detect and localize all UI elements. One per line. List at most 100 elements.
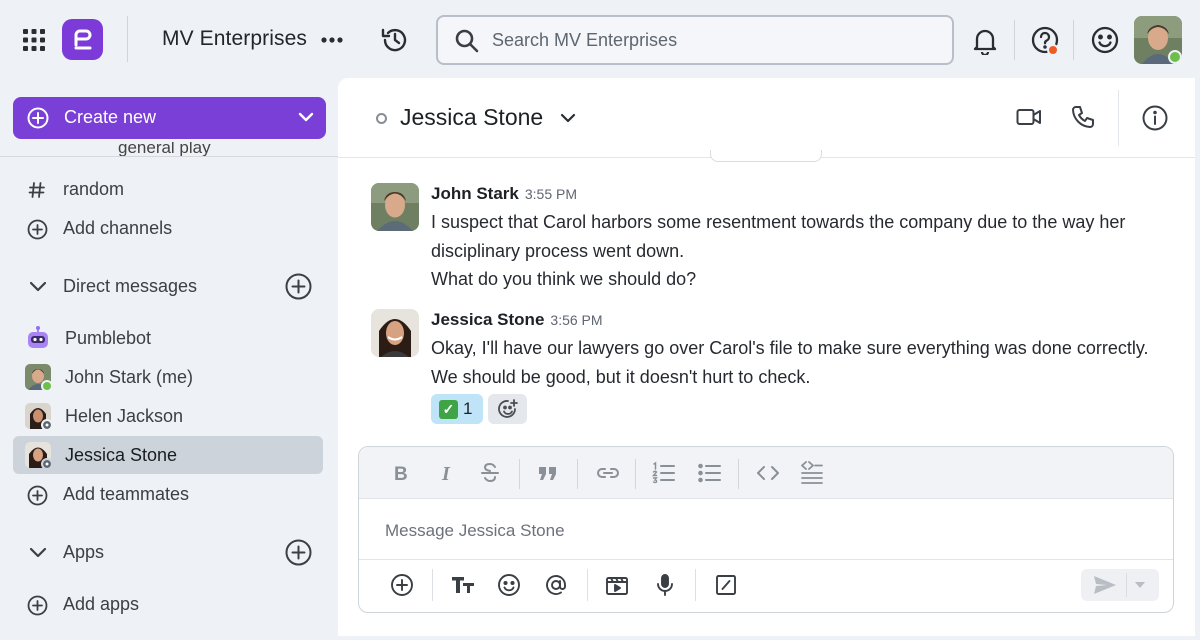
- add-reaction-icon: [498, 399, 518, 418]
- create-new-label: Create new: [64, 107, 157, 127]
- add-app-icon[interactable]: [285, 539, 312, 566]
- bulleted-list-icon[interactable]: [697, 461, 723, 485]
- conversation-panel: Jessica Stone John Stark 3:55 PM I suspe…: [338, 78, 1195, 636]
- message-input[interactable]: [385, 518, 1145, 544]
- online-status-indicator: [41, 380, 53, 392]
- search-icon: [454, 28, 480, 54]
- toolbar-divider: [432, 569, 433, 601]
- avatar[interactable]: [371, 183, 419, 231]
- message-text: disciplinary process went down.: [431, 241, 685, 261]
- search-input[interactable]: [492, 27, 932, 53]
- sidebar-item-label: random: [63, 179, 125, 199]
- plus-circle-icon: [27, 107, 49, 129]
- sidebar-item-label: Jessica Stone: [65, 445, 178, 465]
- chevron-down-icon[interactable]: [29, 281, 47, 293]
- sidebar-item-random[interactable]: random: [13, 170, 323, 208]
- video-clip-icon[interactable]: [605, 573, 629, 597]
- numbered-list-icon[interactable]: [651, 461, 677, 485]
- toolbar-divider: [587, 569, 588, 601]
- svg-text:B: B: [394, 464, 408, 485]
- message: John Stark 3:55 PM I suspect that Carol h…: [371, 183, 1171, 293]
- message-author[interactable]: John Stark 3:55 PM: [431, 184, 577, 204]
- quote-icon[interactable]: [536, 461, 560, 485]
- topbar-divider: [127, 16, 128, 62]
- sidebar-item-helen-jackson[interactable]: Helen Jackson: [13, 397, 323, 435]
- bot-avatar-icon: [25, 325, 51, 351]
- bold-icon[interactable]: B: [391, 461, 411, 485]
- message-time: 3:55 PM: [524, 186, 577, 202]
- workspace-name[interactable]: MV Enterprises: [162, 27, 307, 51]
- away-status-indicator: [376, 113, 387, 124]
- sidebar-item-jessica-stone[interactable]: Jessica Stone: [13, 436, 323, 474]
- chevron-down-icon: [297, 111, 315, 123]
- avatar[interactable]: [371, 309, 419, 357]
- channel-title[interactable]: Jessica Stone: [400, 104, 543, 131]
- check-mark-emoji-icon: ✓: [439, 400, 458, 419]
- hash-icon: [27, 180, 47, 200]
- message-text: What do you think we should do?: [431, 269, 697, 289]
- sidebar-item-label: Add apps: [63, 594, 140, 614]
- formatting-toolbar: B I: [359, 447, 1173, 499]
- toolbar-divider: [577, 459, 578, 489]
- toolbar-divider: [695, 569, 696, 601]
- top-bar: MV Enterprises: [0, 0, 1200, 78]
- slash-command-icon[interactable]: [714, 573, 738, 597]
- plus-circle-icon: [27, 219, 48, 240]
- caret-down-icon[interactable]: [1134, 581, 1146, 589]
- send-icon[interactable]: [1093, 575, 1117, 595]
- mention-icon[interactable]: [544, 573, 568, 597]
- notification-badge: [1047, 44, 1059, 56]
- text-format-icon[interactable]: [450, 573, 476, 597]
- strikethrough-icon[interactable]: [479, 461, 501, 485]
- message-text: We should be good, but it doesn't hurt t…: [431, 367, 811, 387]
- history-icon[interactable]: [380, 25, 410, 55]
- add-dm-icon[interactable]: [285, 273, 312, 300]
- add-reaction-button[interactable]: [488, 394, 527, 424]
- italic-icon[interactable]: I: [437, 461, 457, 485]
- code-block-icon[interactable]: [799, 461, 825, 485]
- topbar-divider: [1014, 20, 1015, 60]
- link-icon[interactable]: [595, 461, 621, 485]
- app-grid-icon[interactable]: [22, 28, 46, 52]
- reaction-count: 1: [463, 399, 473, 418]
- app-logo[interactable]: [62, 19, 103, 60]
- microphone-icon[interactable]: [653, 573, 677, 597]
- sidebar-item-label: Add channels: [63, 218, 173, 238]
- code-icon[interactable]: [755, 461, 781, 485]
- sidebar-item-label: John Stark (me): [65, 367, 194, 387]
- add-attachment-icon[interactable]: [390, 573, 414, 597]
- header-divider: [1118, 90, 1119, 146]
- message-text: I suspect that Carol harbors some resent…: [431, 212, 1126, 232]
- message-composer: B I: [358, 446, 1174, 613]
- add-teammates-button[interactable]: Add teammates: [13, 475, 323, 513]
- video-call-icon[interactable]: [1016, 107, 1042, 127]
- info-icon[interactable]: [1141, 104, 1169, 132]
- online-status-indicator: [1168, 50, 1182, 64]
- message-time: 3:56 PM: [550, 312, 603, 328]
- sidebar-item-john-stark[interactable]: John Stark (me): [13, 358, 323, 396]
- more-icon[interactable]: [320, 36, 344, 44]
- sidebar: Create new general play random Add chann…: [0, 78, 338, 640]
- toolbar-divider: [738, 459, 739, 489]
- add-apps-button[interactable]: Add apps: [13, 585, 323, 623]
- toolbar-divider: [519, 459, 520, 489]
- reaction-chip[interactable]: ✓ 1: [431, 394, 483, 424]
- search-bar[interactable]: [436, 15, 954, 65]
- sidebar-item-pumblebot[interactable]: Pumblebot: [13, 319, 323, 357]
- chevron-down-icon[interactable]: [29, 547, 47, 559]
- away-status-indicator: [41, 419, 53, 431]
- toolbar-divider: [635, 459, 636, 489]
- bell-icon[interactable]: [972, 27, 998, 55]
- smiley-icon[interactable]: [1090, 25, 1120, 55]
- create-new-button[interactable]: Create new: [13, 97, 326, 139]
- chevron-down-icon[interactable]: [560, 113, 576, 124]
- add-channels-button[interactable]: Add channels: [13, 209, 323, 247]
- emoji-icon[interactable]: [497, 573, 521, 597]
- section-title: Apps: [63, 542, 105, 562]
- send-divider: [1126, 573, 1127, 597]
- sidebar-item-label: Helen Jackson: [65, 406, 184, 426]
- svg-text:I: I: [441, 463, 451, 485]
- sidebar-item-label: Add teammates: [63, 484, 190, 504]
- message-author[interactable]: Jessica Stone 3:56 PM: [431, 310, 603, 330]
- phone-call-icon[interactable]: [1070, 104, 1096, 130]
